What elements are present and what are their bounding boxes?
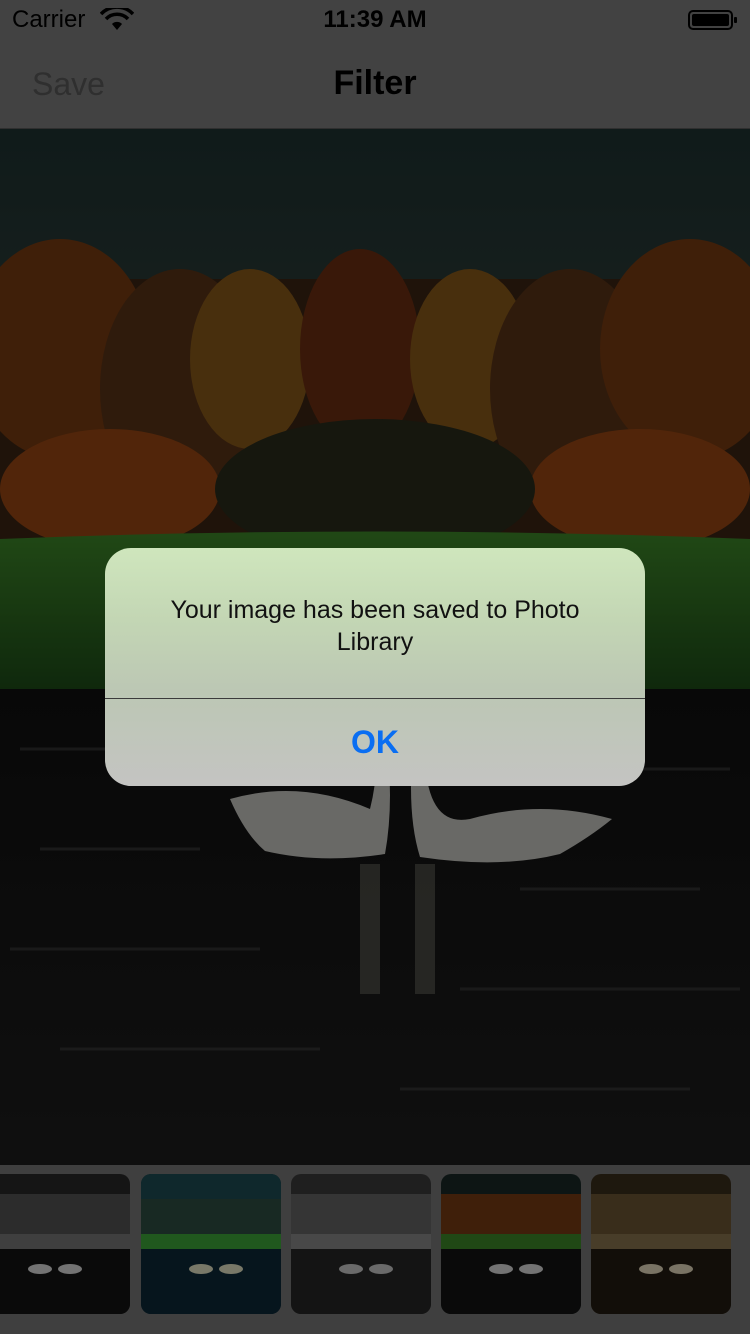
alert-message: Your image has been saved to Photo Libra… [170, 596, 580, 656]
saved-alert-dialog: Your image has been saved to Photo Libra… [105, 548, 645, 786]
alert-ok-button[interactable]: OK [105, 699, 645, 786]
